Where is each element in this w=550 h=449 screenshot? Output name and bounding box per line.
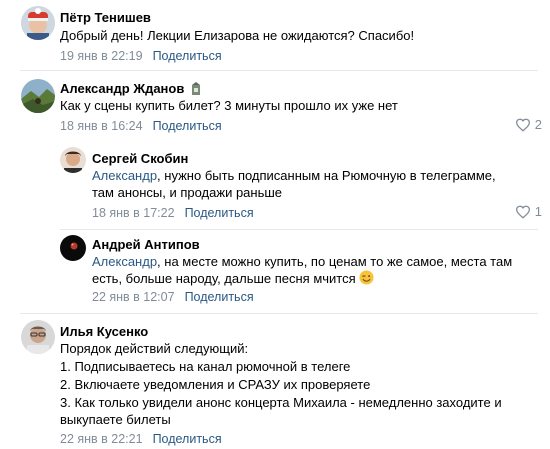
share-button[interactable]: Поделиться (153, 49, 222, 63)
comment-text-line: выкупаете билеты (60, 412, 171, 427)
milk-carton-emoji-icon (191, 82, 200, 95)
like-button[interactable]: 1 (515, 204, 542, 219)
avatar[interactable] (60, 147, 86, 173)
avatar[interactable] (21, 79, 55, 113)
mention-link[interactable]: Александр (92, 254, 157, 269)
comment-text-line: есть, больше народу, дальше песня мчится (92, 270, 374, 288)
comment-text: Александр, нужно быть подписанным на Рюм… (92, 168, 496, 183)
avatar[interactable] (21, 6, 55, 40)
like-count: 2 (534, 117, 542, 132)
divider (20, 313, 538, 314)
comment-meta: 18 янв в 16:24 Поделиться (60, 119, 222, 133)
comment-author[interactable]: Александр Жданов (60, 81, 202, 96)
comment-date[interactable]: 18 янв в 17:22 (92, 206, 175, 220)
heart-icon (515, 118, 530, 132)
comment-text-line: 2. Включаете уведомления и СРАЗУ их пров… (60, 377, 371, 392)
comment-meta: 22 янв в 22:21 Поделиться (60, 432, 222, 446)
comment-meta: 18 янв в 17:22 Поделиться (92, 206, 254, 220)
like-button[interactable]: 2 (515, 117, 542, 132)
avatar-image (21, 6, 55, 40)
comment-date[interactable]: 22 янв в 22:21 (60, 432, 143, 446)
divider (60, 229, 538, 230)
avatar-image (21, 79, 55, 113)
avatar-image (60, 235, 86, 261)
avatar-image (21, 320, 55, 354)
comment-meta: 19 янв в 22:19 Поделиться (60, 49, 222, 63)
like-count: 1 (534, 204, 542, 219)
wink-emoji-icon (359, 270, 374, 285)
comment-meta: 22 янв в 12:07 Поделиться (92, 290, 254, 304)
avatar[interactable] (21, 320, 55, 354)
comment-text-line: 3. Как только увидели анонс концерта Мих… (60, 395, 502, 410)
share-button[interactable]: Поделиться (153, 119, 222, 133)
comment-text-line: Порядок действий следующий: (60, 341, 249, 356)
share-button[interactable]: Поделиться (185, 290, 254, 304)
heart-icon (515, 205, 530, 219)
divider (20, 70, 538, 71)
comment-author[interactable]: Пётр Тенишев (60, 10, 151, 25)
avatar[interactable] (60, 235, 86, 261)
comment-author[interactable]: Илья Кусенко (60, 324, 148, 339)
share-button[interactable]: Поделиться (153, 432, 222, 446)
share-button[interactable]: Поделиться (185, 206, 254, 220)
comment-author[interactable]: Андрей Антипов (92, 237, 200, 252)
comment-author[interactable]: Сергей Скобин (92, 151, 188, 166)
comment-text-line: там анонсы, и продажи раньше (92, 185, 283, 200)
mention-link[interactable]: Александр (92, 168, 157, 183)
comment-text: Добрый день! Лекции Елизарова не ожидают… (60, 28, 415, 43)
comment-text-line: 1. Подписываетесь на канал рюмочной в те… (60, 359, 351, 374)
avatar-image (60, 147, 86, 173)
comment-date[interactable]: 18 янв в 16:24 (60, 119, 143, 133)
comment-text: Александр, на месте можно купить, по цен… (92, 254, 513, 269)
comment-text: Как у сцены купить билет? 3 минуты прошл… (60, 98, 398, 113)
comment-date[interactable]: 19 янв в 22:19 (60, 49, 143, 63)
comment-date[interactable]: 22 янв в 12:07 (92, 290, 175, 304)
